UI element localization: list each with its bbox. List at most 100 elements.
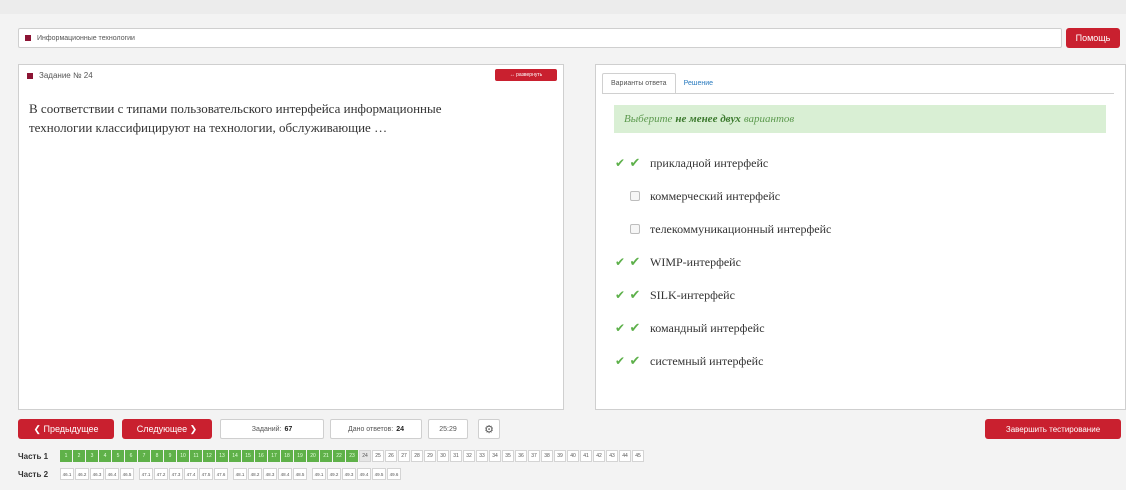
question-nav-cell[interactable]: 33: [476, 450, 488, 462]
part-1-label: Часть 1: [18, 451, 49, 461]
question-nav-cell[interactable]: 48.5: [293, 468, 307, 480]
answer-option-label: телекоммуникационный интерфейс: [650, 221, 832, 236]
question-nav-cell[interactable]: 47.4: [184, 468, 198, 480]
next-button[interactable]: Следующее ❯: [122, 419, 212, 439]
question-nav-cell[interactable]: 22: [333, 450, 345, 462]
question-nav-cell[interactable]: 35: [502, 450, 514, 462]
question-nav-cell[interactable]: 34: [489, 450, 501, 462]
question-nav-cell[interactable]: 48.1: [233, 468, 247, 480]
help-button[interactable]: Помощь: [1066, 28, 1120, 48]
question-nav-cell[interactable]: 28: [411, 450, 423, 462]
question-nav-cell[interactable]: 23: [346, 450, 358, 462]
question-nav-cell[interactable]: 46.1: [60, 468, 74, 480]
tasks-count: Заданий: 67: [220, 419, 324, 439]
answer-checkbox[interactable]: ✔: [630, 254, 641, 269]
question-nav-cell[interactable]: 24: [359, 450, 371, 462]
question-nav-cell[interactable]: 39: [554, 450, 566, 462]
answer-option[interactable]: ✔ ✔ командный интерфейс: [614, 320, 765, 336]
answer-option[interactable]: телекоммуникационный интерфейс: [614, 221, 831, 237]
question-nav-cell[interactable]: 46.2: [75, 468, 89, 480]
gear-icon[interactable]: ⚙: [478, 419, 500, 439]
question-nav-cell[interactable]: 14: [229, 450, 241, 462]
question-nav-cell[interactable]: 49.6: [387, 468, 401, 480]
question-nav-cell[interactable]: 43: [606, 450, 618, 462]
question-nav-cell[interactable]: 46.4: [105, 468, 119, 480]
question-nav-cell[interactable]: 46.5: [120, 468, 134, 480]
answer-option[interactable]: ✔ ✔ SILK-интерфейс: [614, 287, 735, 303]
question-nav-cell[interactable]: 48.4: [278, 468, 292, 480]
question-nav-cell[interactable]: 2: [73, 450, 85, 462]
expand-button[interactable]: ↔ развернуть: [495, 69, 557, 81]
question-nav-cell[interactable]: 45: [632, 450, 644, 462]
question-nav-cell[interactable]: 11: [190, 450, 202, 462]
question-nav-cell[interactable]: 48.2: [248, 468, 262, 480]
question-nav-cell[interactable]: 7: [138, 450, 150, 462]
question-nav-cell[interactable]: 15: [242, 450, 254, 462]
correct-check-icon: ✔: [614, 254, 626, 269]
question-nav-cell[interactable]: 18: [281, 450, 293, 462]
question-nav-cell[interactable]: 42: [593, 450, 605, 462]
answer-option[interactable]: ✔ ✔ прикладной интерфейс: [614, 155, 768, 171]
question-nav-cell[interactable]: 47.6: [214, 468, 228, 480]
finish-test-button[interactable]: Завершить тестирование: [985, 419, 1121, 439]
question-nav-cell[interactable]: 37: [528, 450, 540, 462]
question-nav-cell[interactable]: 49.1: [312, 468, 326, 480]
question-nav-cell[interactable]: 49.3: [342, 468, 356, 480]
question-nav-cell[interactable]: 44: [619, 450, 631, 462]
answer-checkbox[interactable]: ✔: [630, 155, 641, 170]
question-nav-cell[interactable]: 41: [580, 450, 592, 462]
question-nav-cell[interactable]: 19: [294, 450, 306, 462]
question-nav-cell[interactable]: 20: [307, 450, 319, 462]
question-nav-cell[interactable]: 13: [216, 450, 228, 462]
question-nav-cell[interactable]: 40: [567, 450, 579, 462]
answer-option[interactable]: ✔ ✔ системный интерфейс: [614, 353, 763, 369]
question-nav-cell[interactable]: 17: [268, 450, 280, 462]
tab-divider: [602, 93, 1114, 94]
question-nav-cell[interactable]: 1: [60, 450, 72, 462]
answer-checkbox[interactable]: [630, 191, 640, 201]
previous-button[interactable]: ❮ Предыдущее: [18, 419, 114, 439]
tab-answer-options[interactable]: Варианты ответа: [602, 73, 676, 93]
question-nav-cell[interactable]: 25: [372, 450, 384, 462]
answer-checkbox[interactable]: [630, 224, 640, 234]
question-nav-cell[interactable]: 48.3: [263, 468, 277, 480]
answered-count-value: 24: [396, 425, 405, 433]
question-nav-cell[interactable]: 49.2: [327, 468, 341, 480]
answer-tabs: Варианты ответа Решение: [602, 71, 721, 93]
answer-checkbox[interactable]: ✔: [630, 353, 641, 368]
question-nav-cell[interactable]: 12: [203, 450, 215, 462]
question-nav-cell[interactable]: 29: [424, 450, 436, 462]
question-nav-cell[interactable]: 49.5: [372, 468, 386, 480]
answer-option-label: SILK-интерфейс: [650, 287, 735, 302]
question-nav-cell[interactable]: 36: [515, 450, 527, 462]
question-nav-cell[interactable]: 47.1: [139, 468, 153, 480]
question-nav-cell[interactable]: 16: [255, 450, 267, 462]
question-nav-cell[interactable]: 9: [164, 450, 176, 462]
question-nav-cell[interactable]: 27: [398, 450, 410, 462]
question-nav-cell[interactable]: 3: [86, 450, 98, 462]
answer-option[interactable]: ✔ ✔ WIMP-интерфейс: [614, 254, 741, 270]
answer-checkbox[interactable]: ✔: [630, 320, 641, 335]
answer-option[interactable]: коммерческий интерфейс: [614, 188, 780, 204]
task-panel: Задание № 24 ↔ развернуть В соответствии…: [18, 64, 564, 410]
task-marker-icon: [27, 72, 33, 79]
question-nav-cell[interactable]: 21: [320, 450, 332, 462]
question-nav-cell[interactable]: 49.4: [357, 468, 371, 480]
question-nav-cell[interactable]: 5: [112, 450, 124, 462]
question-nav-cell[interactable]: 30: [437, 450, 449, 462]
question-nav-cell[interactable]: 6: [125, 450, 137, 462]
question-nav-cell[interactable]: 26: [385, 450, 397, 462]
answer-option-label: системный интерфейс: [650, 353, 764, 368]
question-nav-cell[interactable]: 47.2: [154, 468, 168, 480]
question-nav-cell[interactable]: 32: [463, 450, 475, 462]
question-nav-cell[interactable]: 10: [177, 450, 189, 462]
tab-solution[interactable]: Решение: [676, 73, 721, 93]
question-nav-cell[interactable]: 8: [151, 450, 163, 462]
question-nav-cell[interactable]: 47.5: [199, 468, 213, 480]
answer-checkbox[interactable]: ✔: [630, 287, 641, 302]
question-nav-cell[interactable]: 4: [99, 450, 111, 462]
question-nav-cell[interactable]: 46.3: [90, 468, 104, 480]
question-nav-cell[interactable]: 31: [450, 450, 462, 462]
question-nav-cell[interactable]: 47.3: [169, 468, 183, 480]
question-nav-cell[interactable]: 38: [541, 450, 553, 462]
